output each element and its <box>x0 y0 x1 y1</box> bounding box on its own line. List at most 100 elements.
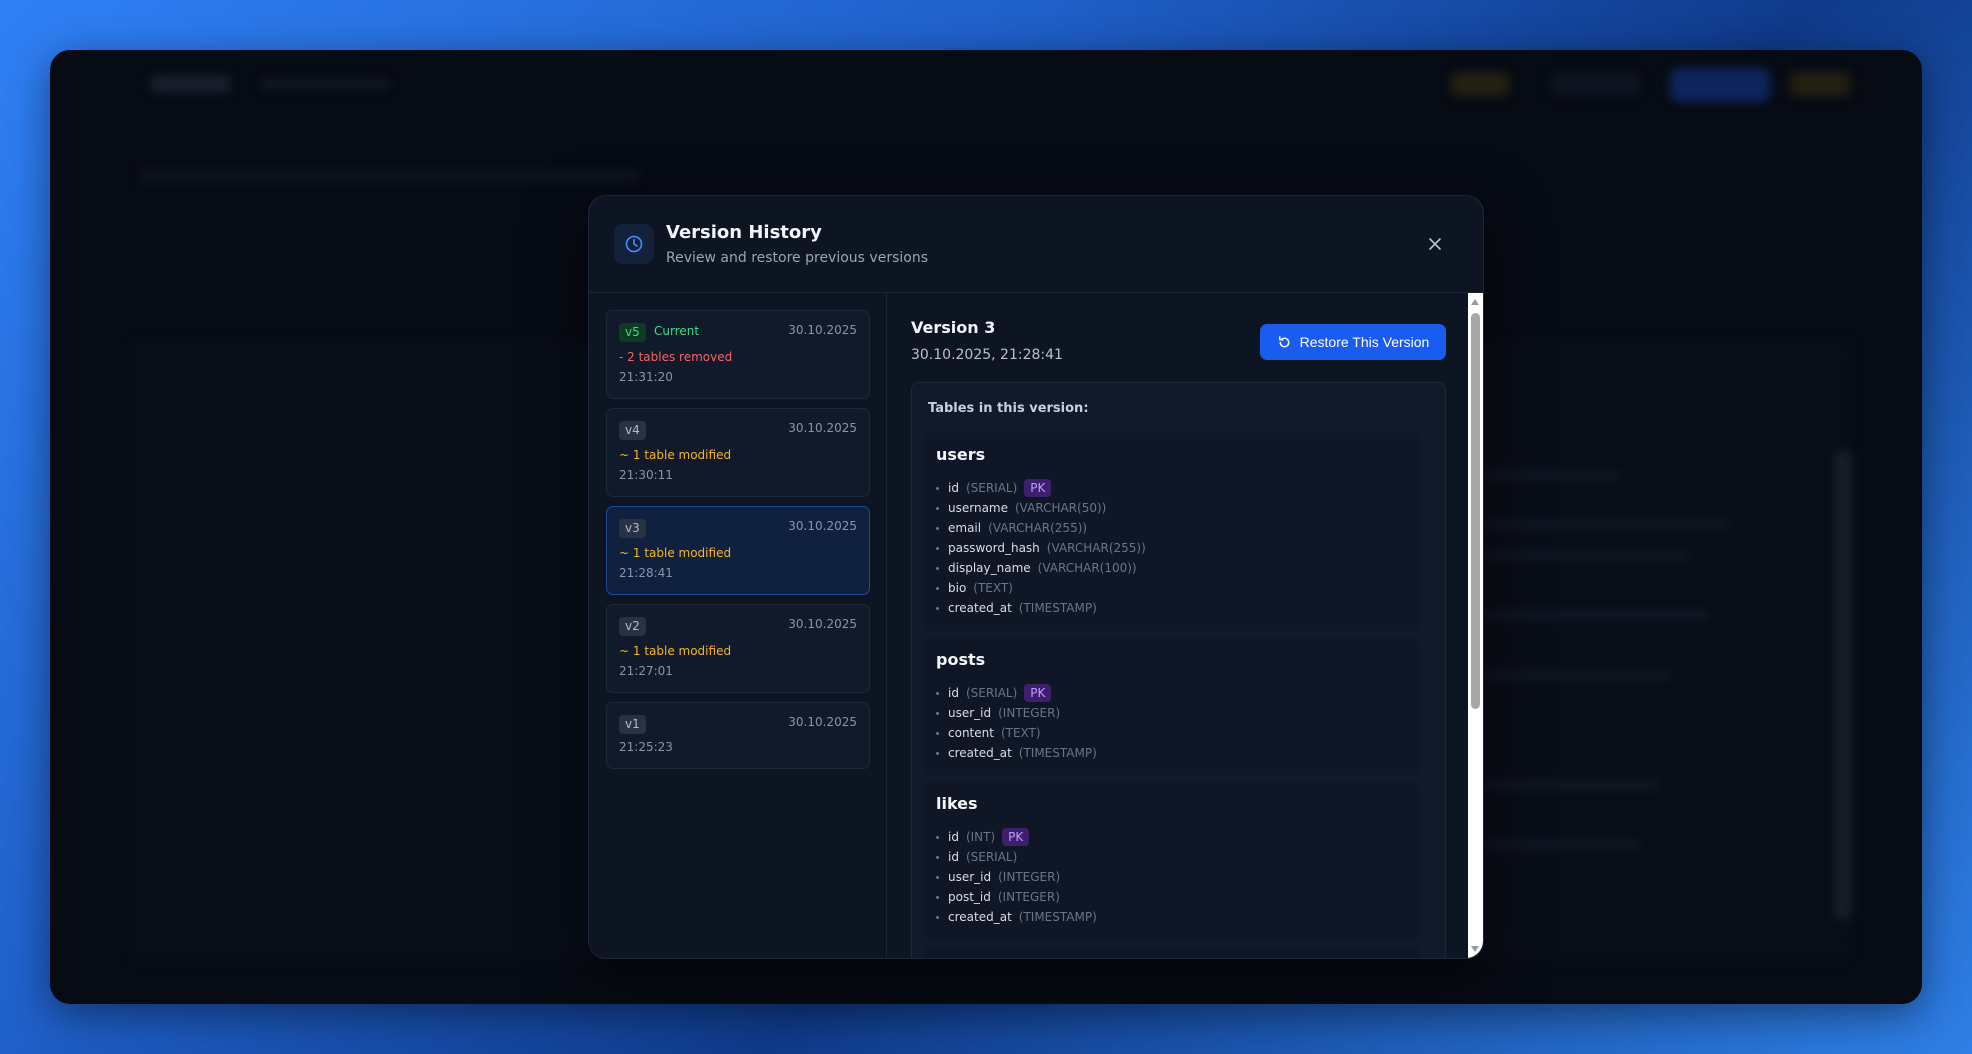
column-name: id <box>948 850 959 864</box>
column-item: created_at (TIMESTAMP) <box>936 907 1097 927</box>
version-date: 30.10.2025 <box>788 323 857 337</box>
version-time: 21:31:20 <box>619 370 673 384</box>
background-pill <box>1790 72 1850 96</box>
background-subtitle <box>260 78 390 90</box>
background-pill <box>1550 72 1640 96</box>
version-history-modal: Version History Review and restore previ… <box>588 195 1484 959</box>
column-name: bio <box>948 581 967 595</box>
column-name: created_at <box>948 601 1012 615</box>
table-card-likes: likes id (INT) PK id (SERIAL) user_id (INTEG… <box>924 782 1419 939</box>
column-item: created_at (TIMESTAMP) <box>936 743 1097 763</box>
column-type: (INTEGER) <box>997 890 1060 904</box>
background-scrollbar <box>1835 450 1851 920</box>
column-list: id (INT) PK id (SERIAL) user_id (INTEGER) po… <box>936 827 1097 927</box>
app-window: Version History Review and restore previ… <box>50 50 1922 1004</box>
column-name: id <box>948 481 959 495</box>
background-code-line <box>1470 610 1710 620</box>
column-type: (INTEGER) <box>998 706 1061 720</box>
column-type: (SERIAL) <box>965 850 1018 864</box>
column-name: created_at <box>948 746 1012 760</box>
column-item: content (TEXT) <box>936 723 1097 743</box>
background-logo <box>150 76 230 92</box>
version-badge: v1 <box>619 715 646 734</box>
column-name: display_name <box>948 561 1031 575</box>
column-item: post_id (INTEGER) <box>936 887 1097 907</box>
version-item-v3[interactable]: v3 30.10.2025 ~ 1 table modified 21:28:4… <box>606 506 870 595</box>
column-list: id (SERIAL) PK username (VARCHAR(50)) email… <box>936 478 1146 618</box>
column-name: user_id <box>948 870 992 884</box>
column-type: (TEXT) <box>973 581 1013 595</box>
version-time: 21:28:41 <box>619 566 673 580</box>
background-code-panel <box>1450 340 1850 960</box>
column-item: created_at (TIMESTAMP) <box>936 598 1146 618</box>
column-type: (VARCHAR(50)) <box>1015 501 1107 515</box>
column-name: user_id <box>948 706 992 720</box>
background-code-line <box>1470 550 1690 560</box>
background-code-line <box>1470 520 1730 530</box>
table-card-users: users id (SERIAL) PK username (VARCHAR(50))… <box>924 433 1419 631</box>
version-badge: v4 <box>619 421 646 440</box>
table-name: likes <box>936 794 978 813</box>
restore-version-label: Restore This Version <box>1299 334 1430 350</box>
column-name: username <box>948 501 1008 515</box>
column-name: content <box>948 726 994 740</box>
version-item-v1[interactable]: v1 30.10.2025 21:25:23 <box>606 702 870 769</box>
clock-icon <box>614 224 654 264</box>
version-change: - 2 tables removed <box>619 350 733 364</box>
version-time: 21:27:01 <box>619 664 673 678</box>
background-code-line <box>1470 840 1640 850</box>
version-item-v5[interactable]: v5 Current 30.10.2025 - 2 tables removed… <box>606 310 870 399</box>
version-item-v4[interactable]: v4 30.10.2025 ~ 1 table modified 21:30:1… <box>606 408 870 497</box>
close-button[interactable] <box>1425 234 1445 254</box>
column-item: email (VARCHAR(255)) <box>936 518 1146 538</box>
version-badge: v5 <box>619 323 646 342</box>
column-list: id (SERIAL) PK user_id (INTEGER) content (TE… <box>936 683 1097 763</box>
version-change: ~ 1 table modified <box>619 644 732 658</box>
column-item: user_id (INTEGER) <box>936 703 1097 723</box>
column-item: bio (TEXT) <box>936 578 1146 598</box>
background-code-line <box>1470 470 1620 480</box>
table-name: posts <box>936 650 986 669</box>
column-type: (TIMESTAMP) <box>1018 910 1097 924</box>
restore-version-button[interactable]: Restore This Version <box>1260 324 1446 360</box>
detail-scrollbar[interactable] <box>1468 293 1483 958</box>
version-date: 30.10.2025 <box>788 421 857 435</box>
version-badge: v2 <box>619 617 646 636</box>
version-list: v5 Current 30.10.2025 - 2 tables removed… <box>589 293 887 958</box>
table-name: users <box>936 445 986 464</box>
column-type: (VARCHAR(100)) <box>1037 561 1137 575</box>
primary-key-badge: PK <box>1024 479 1052 497</box>
column-type: (TIMESTAMP) <box>1018 746 1097 760</box>
column-item: id (SERIAL) <box>936 847 1097 867</box>
background-pill <box>1450 72 1510 96</box>
scroll-down-arrow-icon[interactable] <box>1471 946 1479 952</box>
modal-header: Version History Review and restore previ… <box>589 196 1483 293</box>
column-type: (SERIAL) <box>965 686 1018 700</box>
column-name: id <box>948 830 959 844</box>
version-badge: v3 <box>619 519 646 538</box>
table-card-posts: posts id (SERIAL) PK user_id (INTEGER) cont… <box>924 638 1419 775</box>
version-item-v2[interactable]: v2 30.10.2025 ~ 1 table modified 21:27:0… <box>606 604 870 693</box>
column-type: (TEXT) <box>1000 726 1041 740</box>
version-detail-date: 30.10.2025, 21:28:41 <box>911 347 1063 363</box>
column-name: email <box>948 521 982 535</box>
scrollbar-thumb[interactable] <box>1471 313 1480 709</box>
primary-key-badge: PK <box>1024 684 1052 702</box>
column-name: post_id <box>948 890 991 904</box>
column-type: (VARCHAR(255)) <box>988 521 1088 535</box>
modal-title: Version History <box>666 222 822 243</box>
column-item: id (SERIAL) PK <box>936 478 1146 498</box>
version-detail: Version 3 30.10.2025, 21:28:41 Restore T… <box>888 293 1468 958</box>
column-item: user_id (INTEGER) <box>936 867 1097 887</box>
scroll-up-arrow-icon[interactable] <box>1471 299 1479 305</box>
column-name: created_at <box>948 910 1012 924</box>
column-item: id (INT) PK <box>936 827 1097 847</box>
column-type: (TIMESTAMP) <box>1018 601 1097 615</box>
current-label: Current <box>654 324 700 338</box>
modal-subtitle: Review and restore previous versions <box>666 250 928 266</box>
background-code-line <box>1470 670 1670 680</box>
version-time: 21:25:23 <box>619 740 673 754</box>
background-code-line <box>1470 780 1660 790</box>
background-button <box>1670 68 1770 102</box>
column-type: (INTEGER) <box>998 870 1061 884</box>
